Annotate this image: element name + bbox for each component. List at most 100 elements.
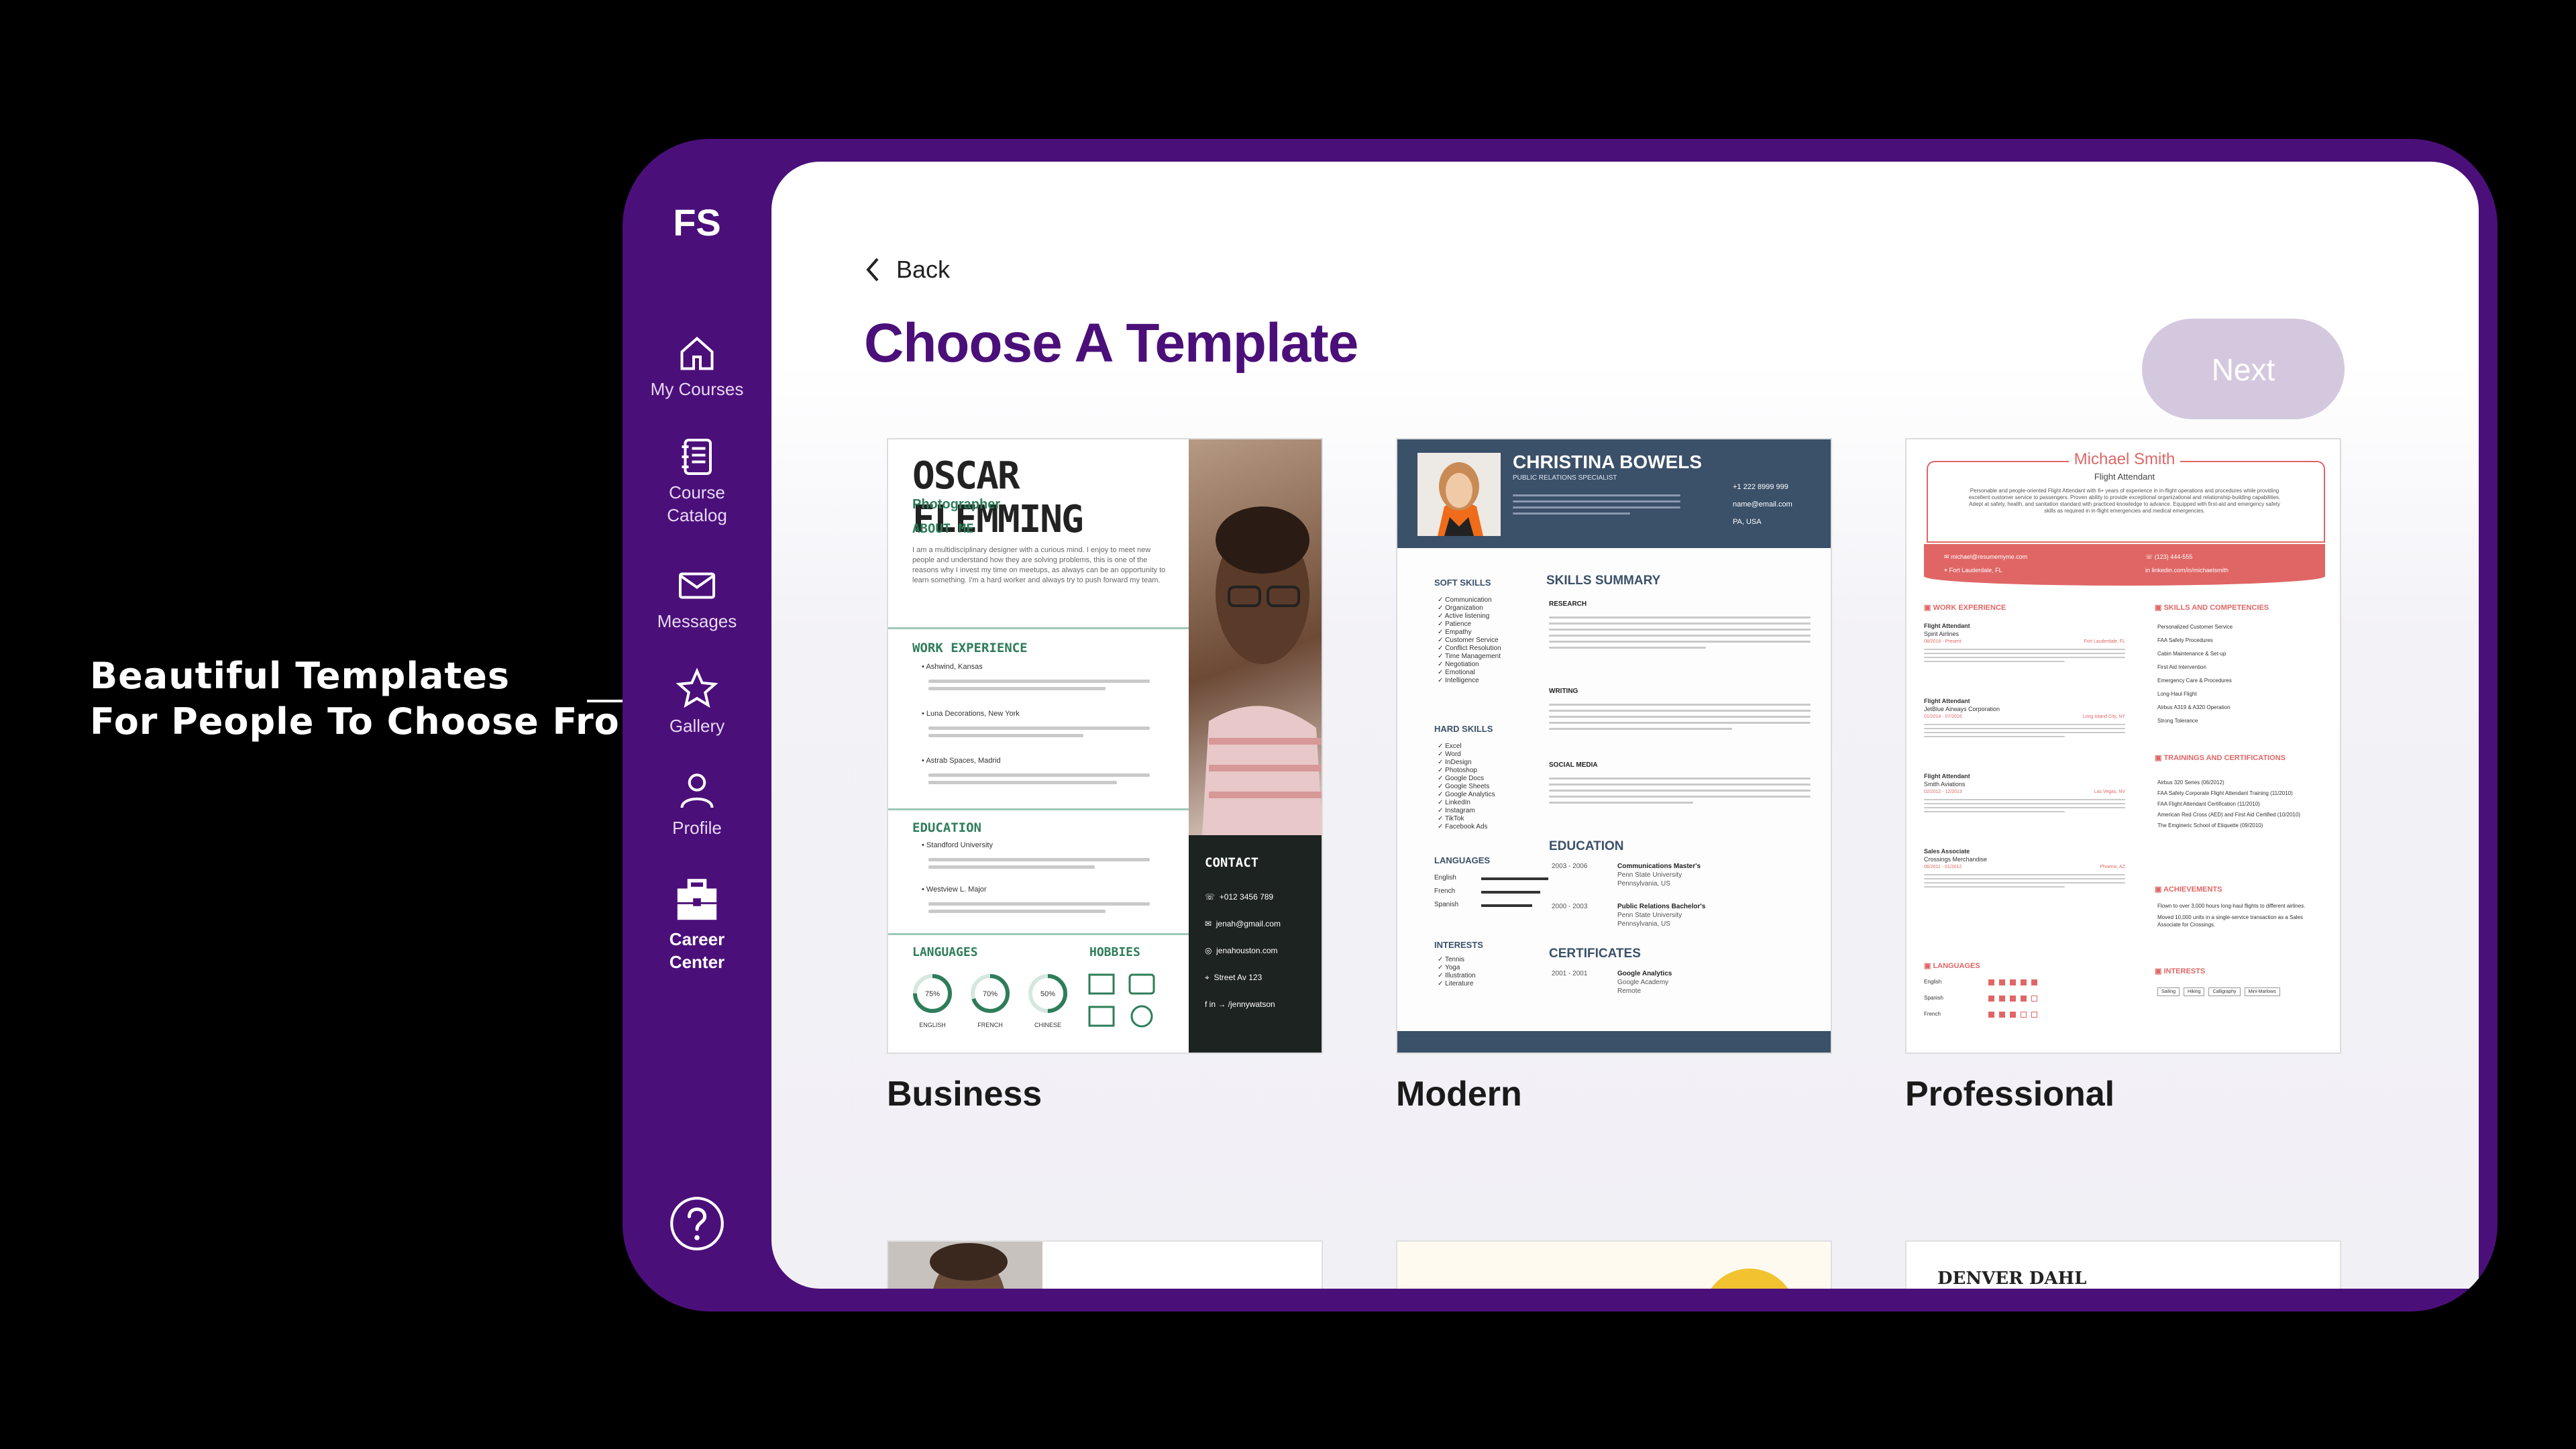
template-card-modern[interactable]: CHRISTINA BOWELS PUBLIC RELATIONS SPECIA…: [1396, 438, 1832, 1054]
sidebar-item-label: Career: [669, 929, 725, 949]
back-button[interactable]: Back: [864, 256, 950, 284]
divider: [888, 933, 1189, 935]
template-card-professional[interactable]: Michael Smith Flight Attendant Personabl…: [1905, 438, 2341, 1054]
language-bar: [1481, 904, 1532, 907]
interest-tag: Calligraphy: [2208, 987, 2241, 996]
sidebar-item-messages[interactable]: Messages: [623, 566, 771, 633]
job-place: Long Island City, NY: [2082, 714, 2125, 719]
placeholder-lines: [1924, 649, 2125, 662]
training-item: The Emgineric School of Etiquette (09/20…: [2157, 822, 2263, 828]
email-entry: name@email.com: [1733, 500, 1792, 508]
sidebar-item-career-center[interactable]: Career Center: [623, 877, 771, 973]
achievement-item: Flown to over 3,000 hours long-haul flig…: [2157, 903, 2306, 909]
language-level-dot: [2021, 979, 2027, 985]
next-button[interactable]: Next: [2142, 319, 2345, 419]
checklist-item: ✓ Illustration: [1438, 972, 1476, 979]
language-level-dot: [2021, 996, 2027, 1002]
resume-interests-list: Sailing Hiking Calligraphy Mini-Marlows: [2157, 984, 2325, 1002]
sidebar-item-profile[interactable]: Profile: [623, 769, 771, 839]
address-entry: ⌖ Street Av 123: [1205, 973, 1263, 982]
resume-certificates-heading: CERTIFICATES: [1549, 947, 1641, 961]
template-card-preview[interactable]: [887, 1240, 1323, 1289]
mail-icon: [679, 572, 715, 599]
app-logo: FS: [673, 201, 721, 244]
checklist-item: ✓ Conflict Resolution: [1438, 645, 1501, 652]
skill-item: Personalized Customer Service: [2157, 624, 2233, 630]
sidebar-item-label: Gallery: [669, 716, 725, 736]
resume-achievements-list: Flown to over 3,000 hours long-haul flig…: [2157, 902, 2325, 932]
resume-contact-list: +1 222 8999 999 name@email.com PA, USA: [1733, 478, 1792, 531]
checklist-item: ✓ LinkedIn: [1438, 799, 1470, 806]
sidebar: FS My Courses Course Catalog Messages Ga…: [623, 139, 771, 1311]
interest-tag: Hiking: [2184, 987, 2205, 996]
resume-achievements-heading: ▣ ACHIEVEMENTS: [2155, 885, 2222, 894]
user-icon: [680, 773, 714, 808]
resume-summary-text: Personable and people-oriented Flight At…: [1968, 488, 2281, 514]
education-entry: 2003 - 2006 Communications Master's Penn…: [1552, 863, 1701, 888]
language-rings-chart: 75% ENGLISH 70% FRENCH 50% CHINESE: [913, 974, 1067, 1028]
placeholder-lines: [1513, 490, 1680, 519]
language-row: English: [1434, 874, 1548, 888]
resume-role: Flight Attendant: [2094, 472, 2155, 482]
job-company: Crossings Merchandise: [1924, 856, 1988, 863]
resume-trainings-list: Airbus 320 Series (06/2012) FAA Safety Co…: [2157, 779, 2325, 833]
phone-entry: +1 222 8999 999: [1733, 483, 1788, 491]
language-level-dot: [1988, 996, 1994, 1002]
language-name: Spanish: [1924, 995, 1943, 1001]
resume-hard-heading: HARD SKILLS: [1434, 724, 1493, 734]
sidebar-item-label: Messages: [657, 611, 737, 631]
language-name: French: [1924, 1011, 1941, 1017]
interest-tag: Mini-Marlows: [2244, 987, 2280, 996]
main-content: Back Choose A Template Next OSCAR FLEMMI…: [771, 162, 2479, 1289]
sidebar-item-label: My Courses: [650, 379, 744, 399]
resume-jobs-list: Flight Attendant Spirit Airlines 08/2016 -…: [1924, 622, 2125, 922]
checklist-item: ✓ Word: [1438, 751, 1461, 758]
resume-hobbies-heading: HOBBIES: [1089, 945, 1140, 959]
template-card-preview[interactable]: DENVER DAHL: [1905, 1240, 2341, 1289]
language-level-dot: [2031, 996, 2037, 1002]
sidebar-item-gallery[interactable]: Gallery: [623, 667, 771, 737]
help-icon[interactable]: [669, 1195, 725, 1252]
checklist-item: ✓ Time Management: [1438, 653, 1501, 660]
resume-soft-list: ✓ Communication ✓ Organization ✓ Active li…: [1438, 596, 1538, 685]
training-item: FAA Safety Corporate Flight Attendant Tr…: [2157, 790, 2293, 796]
sidebar-item-course-catalog[interactable]: Course Catalog: [623, 437, 771, 527]
skill-item: First Aid Intervention: [2157, 664, 2206, 670]
template-card-preview[interactable]: Elliot: [1396, 1240, 1832, 1289]
checklist-item: ✓ Google Sheets: [1438, 783, 1490, 790]
template-card-business[interactable]: OSCAR FLEMMING Photographer ABOUT ME I a…: [887, 438, 1323, 1054]
language-ring-label: FRENCH: [977, 1022, 1003, 1028]
checklist-item: ✓ InDesign: [1438, 759, 1472, 766]
hobby-icons: [1088, 973, 1155, 1028]
annotation-line-1: Beautiful Templates: [90, 655, 510, 697]
resume-languages-list: English French Spanish: [1434, 874, 1548, 914]
resume-summary-heading: SKILLS SUMMARY: [1546, 574, 1661, 588]
job-title: Sales Associate: [1924, 848, 1970, 855]
language-row: French: [1434, 888, 1548, 901]
language-ring-label: ENGLISH: [919, 1022, 946, 1028]
resume-role: Photographer: [912, 497, 1001, 512]
divider: [888, 808, 1189, 810]
annotation-text: Beautiful Templates For People To Choose…: [90, 653, 658, 745]
language-level-dot: [1988, 979, 1994, 985]
language-level-dot: [2031, 1012, 2037, 1018]
job-place: Phoenix, AZ: [2100, 865, 2125, 869]
job-entry: Flight Attendant Spirit Airlines 08/2016 -…: [1924, 622, 2125, 697]
language-name: Spanish: [1434, 901, 1459, 908]
language-row: Spanish: [1924, 995, 2072, 1011]
language-ring-pct: 50%: [1040, 990, 1055, 998]
template-label-business: Business: [887, 1075, 1042, 1114]
job-place: Fort Lauderdale, FL: [2084, 639, 2125, 644]
checklist-item: ✓ Google Analytics: [1438, 791, 1495, 798]
resume-photo: [1417, 453, 1501, 536]
checklist-item: ✓ Google Docs: [1438, 775, 1484, 782]
resume-languages-heading: ▣ LANGUAGES: [1924, 962, 1980, 970]
language-bar: [1481, 877, 1548, 880]
resume-soft-heading: SOFT SKILLS: [1434, 578, 1491, 588]
sidebar-item-my-courses[interactable]: My Courses: [623, 333, 771, 400]
sidebar-item-label-2: Center: [669, 952, 725, 972]
job-company: Spirit Airlines: [1924, 631, 1960, 637]
resume-interests-heading: INTERESTS: [1434, 940, 1483, 950]
checklist-item: ✓ Empathy: [1438, 629, 1472, 636]
training-item: American Red Cross (AED) and First Aid C…: [2157, 812, 2300, 818]
